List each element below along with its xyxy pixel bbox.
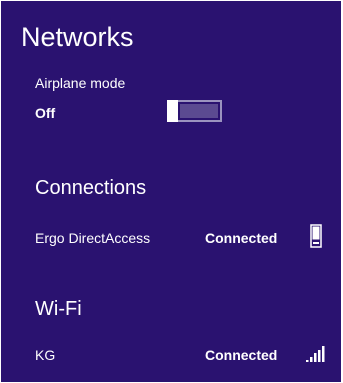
connection-name: Ergo DirectAccess: [35, 230, 151, 246]
toggle-track: [180, 104, 218, 118]
connections-heading: Connections: [35, 177, 147, 199]
panel-title: Networks: [21, 22, 134, 52]
airplane-mode-state: Off: [35, 105, 56, 121]
wifi-heading: Wi-Fi: [35, 298, 82, 320]
networks-panel: Networks Airplane mode Off Connections E…: [1, 1, 341, 382]
wifi-network-name: KG: [35, 347, 56, 363]
signal-strength-icon: [306, 346, 325, 362]
connection-status: Connected: [205, 230, 278, 246]
wifi-item-kg[interactable]: KG Connected: [1, 339, 341, 373]
wifi-network-status: Connected: [205, 347, 278, 363]
toggle-thumb[interactable]: [167, 100, 178, 122]
airplane-mode-label: Airplane mode: [35, 75, 126, 91]
device-icon: [310, 224, 322, 248]
connection-item-ergo-directaccess[interactable]: Ergo DirectAccess Connected: [1, 222, 341, 256]
airplane-mode-toggle[interactable]: [167, 100, 222, 122]
